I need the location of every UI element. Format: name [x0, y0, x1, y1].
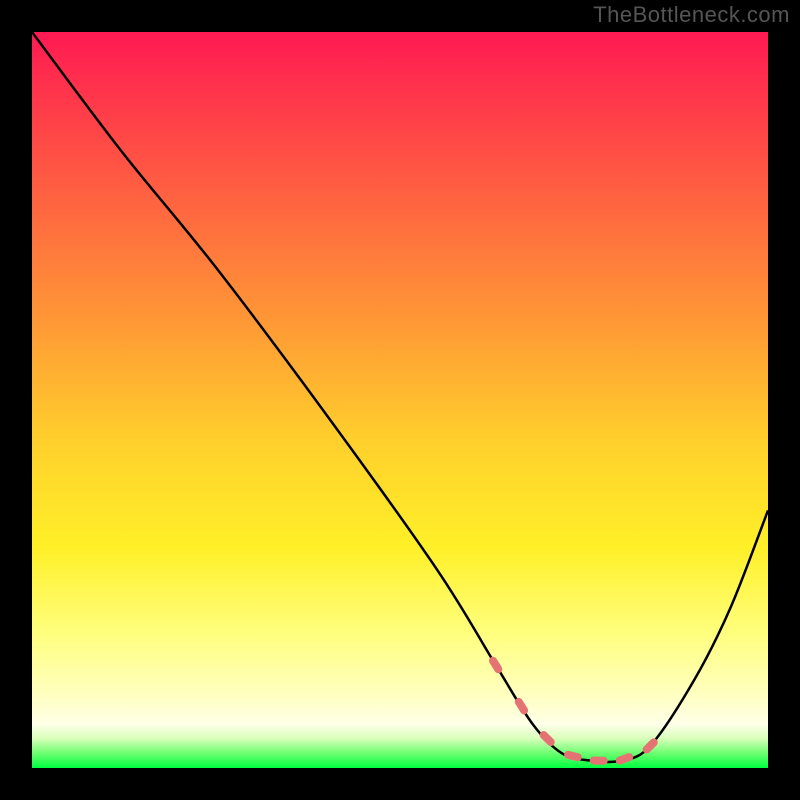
- curve-layer: [32, 32, 768, 768]
- plot-area: [32, 32, 768, 768]
- optimum-marker: [615, 752, 635, 766]
- optimum-marker: [590, 756, 608, 764]
- optimum-marker: [563, 750, 582, 762]
- watermark-text: TheBottleneck.com: [593, 2, 790, 28]
- optimum-marker: [488, 655, 504, 675]
- bottleneck-curve-path: [32, 32, 768, 762]
- chart-frame: TheBottleneck.com: [0, 0, 800, 800]
- optimum-markers: [488, 655, 660, 765]
- optimum-marker: [538, 729, 556, 747]
